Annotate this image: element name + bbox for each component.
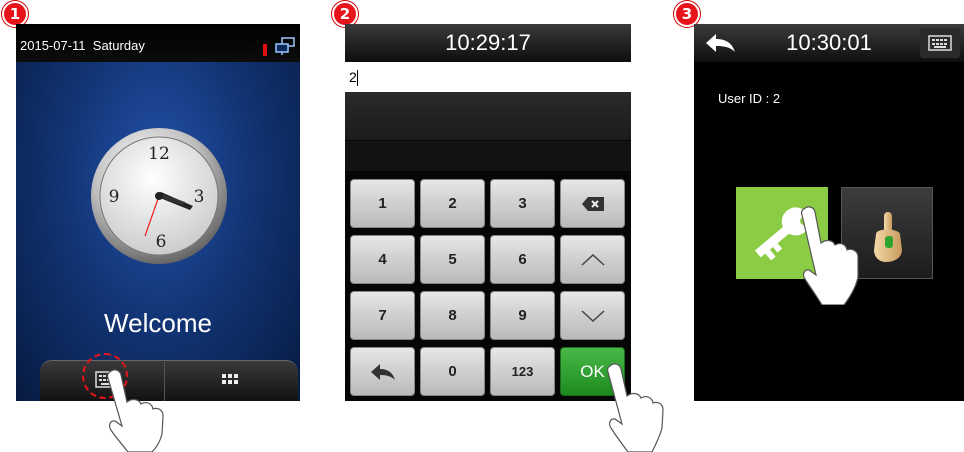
key-6[interactable]: 6 <box>490 235 555 284</box>
keypad-spacer-dark <box>345 141 631 171</box>
welcome-text: Welcome <box>104 308 212 338</box>
numeral-12: 12 <box>148 144 170 164</box>
user-id-input[interactable] <box>345 62 631 92</box>
back-icon <box>370 363 395 380</box>
network-icon <box>275 37 295 55</box>
key-4[interactable]: 4 <box>350 235 415 284</box>
home-screen: 2015-07-11 Saturday 12 3 6 9 Welcome <box>16 24 300 401</box>
key-9[interactable]: 9 <box>490 291 555 340</box>
pointing-hand-icon <box>607 363 664 452</box>
keyboard-icon[interactable] <box>920 28 960 58</box>
status-date: 2015-07-11 Saturday <box>20 38 145 53</box>
user-id-input-value: 2 <box>349 69 357 85</box>
backspace-key[interactable] <box>560 179 625 228</box>
key-5[interactable]: 5 <box>420 235 485 284</box>
key-1[interactable]: 1 <box>350 179 415 228</box>
up-arrow-icon <box>580 253 605 266</box>
input-mode-key[interactable]: 123 <box>490 347 555 396</box>
backspace-icon <box>581 196 604 211</box>
down-arrow-icon <box>580 309 605 322</box>
pointing-hand-icon <box>107 369 164 452</box>
menu-grid-icon[interactable] <box>204 362 256 401</box>
key-7[interactable]: 7 <box>350 291 415 340</box>
numeral-3: 3 <box>194 187 205 207</box>
user-id-entry-screen: 10:29:17 2 1 2 3 4 5 6 7 8 9 0 123 OK <box>345 24 631 401</box>
keypad-spacer <box>345 92 631 140</box>
analog-clock: 12 3 6 9 <box>91 128 227 264</box>
alert-icon <box>263 44 267 56</box>
user-id-label: User ID : 2 <box>718 91 781 106</box>
key-3[interactable]: 3 <box>490 179 555 228</box>
numeral-6: 6 <box>156 232 167 252</box>
back-key[interactable] <box>350 347 415 396</box>
key-8[interactable]: 8 <box>420 291 485 340</box>
down-key[interactable] <box>560 291 625 340</box>
key-2[interactable]: 2 <box>420 179 485 228</box>
screen-time: 10:29:17 <box>445 30 531 55</box>
numeral-9: 9 <box>109 187 120 207</box>
key-0[interactable]: 0 <box>420 347 485 396</box>
up-key[interactable] <box>560 235 625 284</box>
pointing-hand-icon <box>801 206 859 305</box>
text-caret <box>357 70 358 86</box>
